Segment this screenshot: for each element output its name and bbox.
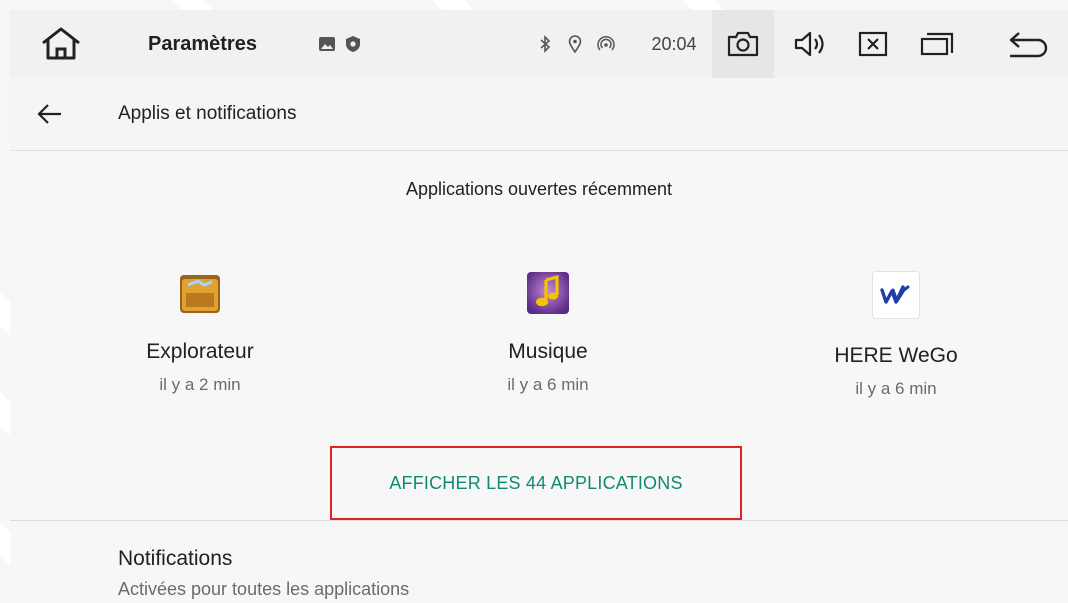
volume-icon [794, 31, 824, 57]
status-bar: Paramètres 20:04 [10, 10, 1068, 78]
app-time: il y a 2 min [159, 375, 241, 394]
here-wego-icon [872, 271, 920, 319]
app-name: HERE WeGo [834, 344, 958, 367]
close-box-icon [858, 31, 888, 57]
screen: Paramètres 20:04 Applis et notifications… [0, 0, 1068, 603]
page-title: Applis et notifications [118, 103, 297, 124]
back-icon [1009, 32, 1048, 58]
show-all-apps-button[interactable]: AFFICHER LES 44 APPLICATIONS [330, 446, 742, 520]
app-time: il y a 6 min [855, 379, 937, 398]
home-icon [42, 27, 80, 60]
shield-icon [342, 10, 364, 78]
arrow-left-icon [37, 104, 61, 124]
clock: 20:04 [651, 33, 697, 54]
settings-content: Applications ouvertes récemment Explorat… [10, 151, 1068, 603]
recent-app-musique[interactable]: Musique il y a 6 min [398, 271, 698, 395]
home-button[interactable] [36, 10, 86, 78]
recent-apps-icon [920, 32, 954, 56]
divider [10, 520, 1068, 521]
volume-button[interactable] [786, 10, 836, 78]
screenshot-button[interactable] [712, 10, 774, 78]
location-icon [564, 10, 586, 78]
app-time: il y a 6 min [507, 375, 589, 394]
hotspot-icon [594, 10, 618, 78]
folder-icon [178, 271, 222, 315]
app-name: Musique [508, 340, 588, 363]
notifications-title: Notifications [118, 547, 233, 570]
back-arrow-button[interactable] [30, 94, 70, 134]
notifications-subtitle: Activées pour toutes les applications [118, 579, 410, 599]
recent-app-explorateur[interactable]: Explorateur il y a 2 min [50, 271, 350, 395]
status-title: Paramètres [148, 32, 257, 55]
music-note-icon [526, 271, 570, 315]
notifications-setting[interactable]: Notifications Activées pour toutes les a… [118, 547, 409, 600]
close-app-button[interactable] [848, 10, 898, 78]
app-name: Explorateur [146, 340, 254, 363]
recent-apps-heading: Applications ouvertes récemment [405, 179, 673, 199]
recent-app-here-wego[interactable]: HERE WeGo il y a 6 min [746, 271, 1046, 399]
recent-apps-button[interactable] [912, 10, 962, 78]
image-icon [316, 10, 338, 78]
app-bar: Applis et notifications [10, 78, 1068, 151]
nav-back-button[interactable] [1000, 10, 1058, 78]
camera-icon [727, 31, 759, 57]
bluetooth-icon [534, 10, 556, 78]
